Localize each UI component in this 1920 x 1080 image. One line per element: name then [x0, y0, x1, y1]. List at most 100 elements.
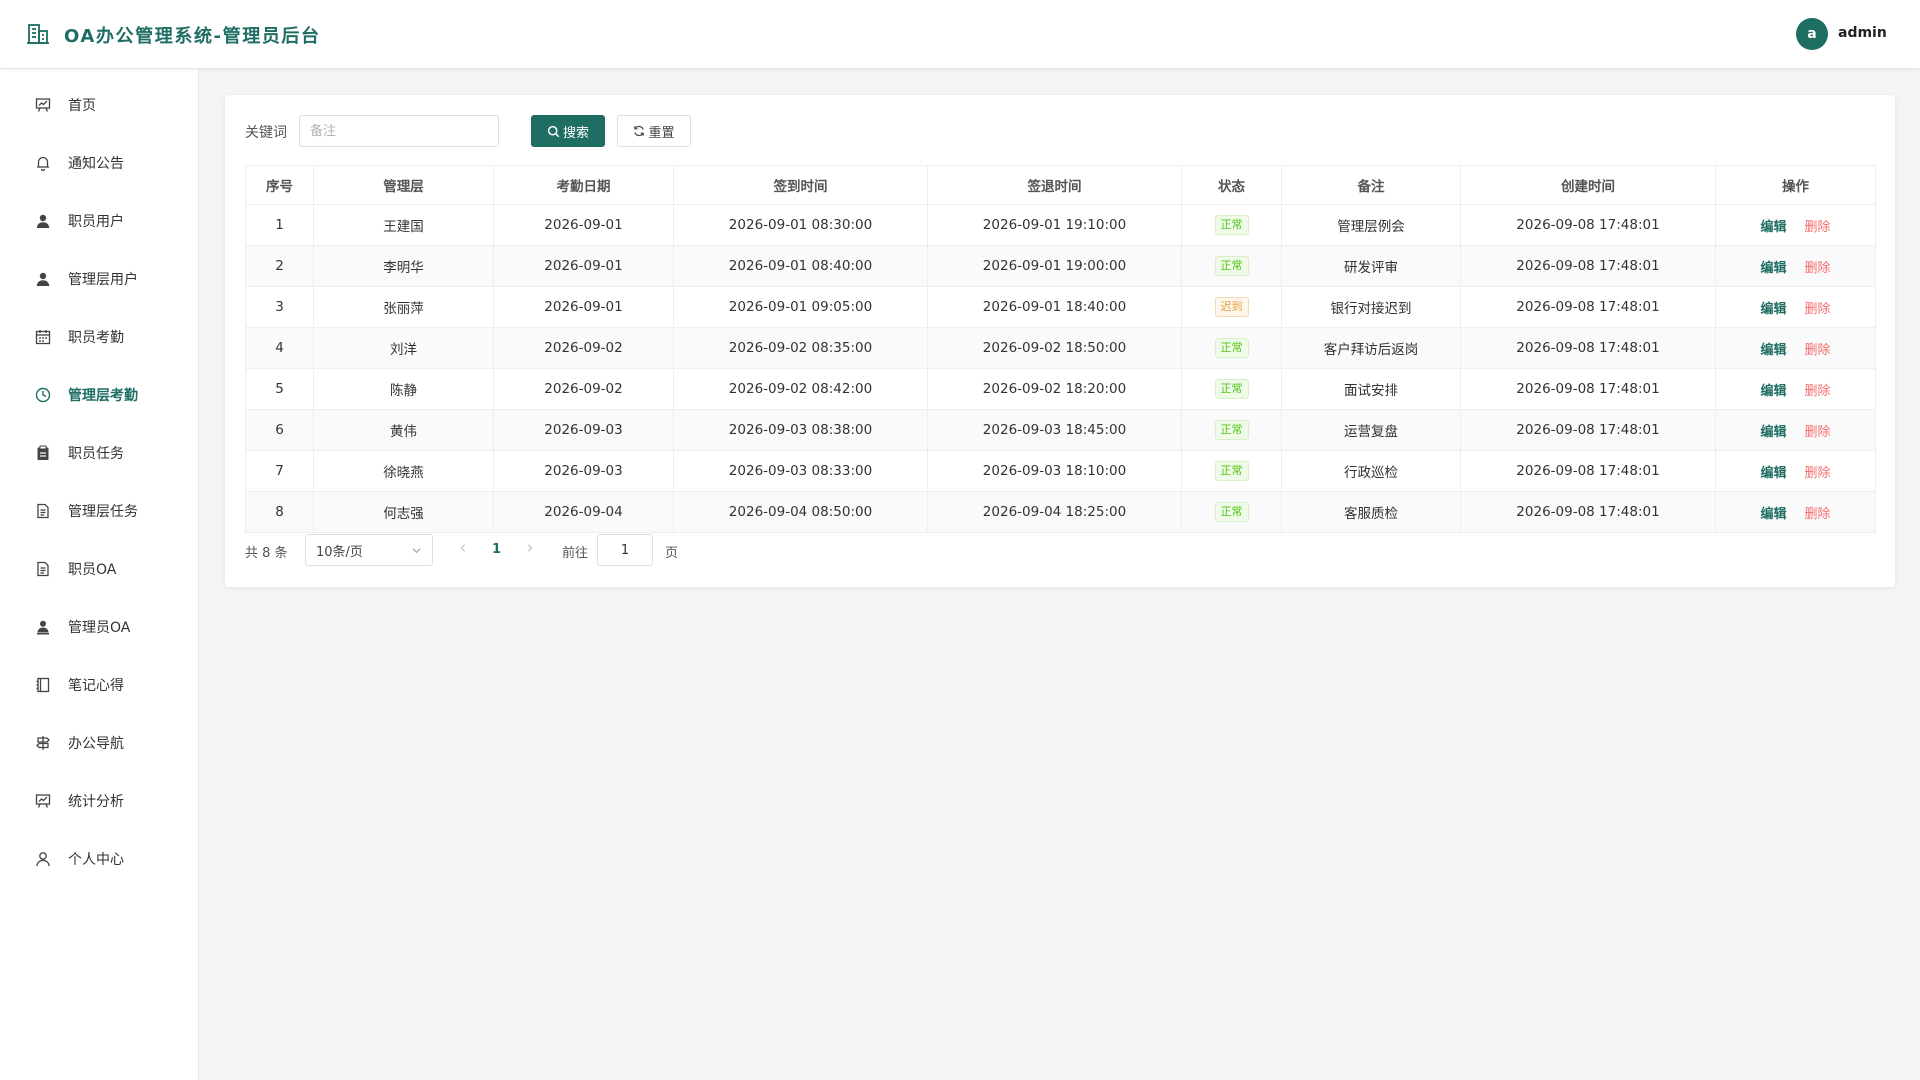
sidebar-item-5[interactable]: 管理层考勤	[0, 372, 198, 418]
edit-button[interactable]: 编辑	[1760, 261, 1786, 276]
delete-button[interactable]: 删除	[1805, 384, 1831, 399]
user-filled-icon	[35, 271, 51, 287]
cell-created: 2026-09-08 17:48:01	[1460, 491, 1716, 533]
sidebar-item-1[interactable]: 通知公告	[0, 140, 198, 186]
cell-actions: 编辑 删除	[1715, 286, 1876, 328]
goto-page-input[interactable]	[597, 534, 653, 566]
sidebar-item-4[interactable]: 职员考勤	[0, 314, 198, 360]
username[interactable]: admin	[1838, 25, 1887, 41]
edit-button[interactable]: 编辑	[1760, 507, 1786, 522]
sidebar-item-3[interactable]: 管理层用户	[0, 256, 198, 302]
column-header: 签退时间	[927, 165, 1182, 205]
cell-status: 正常	[1181, 327, 1282, 369]
edit-button[interactable]: 编辑	[1760, 343, 1786, 358]
page-number-current[interactable]: 1	[492, 542, 501, 557]
edit-button[interactable]: 编辑	[1760, 384, 1786, 399]
sidebar-item-12[interactable]: 统计分析	[0, 778, 198, 824]
refresh-icon	[634, 125, 645, 137]
sidebar-item-8[interactable]: 职员OA	[0, 546, 198, 592]
pagination-total: 共 8 条	[245, 546, 288, 561]
sidebar-item-label: 管理员OA	[68, 620, 131, 636]
sidebar-item-label: 职员用户	[68, 214, 124, 230]
sidebar-item-6[interactable]: 职员任务	[0, 430, 198, 476]
edit-button[interactable]: 编辑	[1760, 220, 1786, 235]
sidebar-item-label: 个人中心	[68, 852, 124, 868]
cell-date: 2026-09-02	[493, 368, 674, 410]
cell-checkout: 2026-09-02 18:20:00	[927, 368, 1182, 410]
guide-icon	[35, 735, 51, 751]
cell-status: 正常	[1181, 409, 1282, 451]
table-row: 2 李明华 2026-09-01 2026-09-01 08:40:00 2026-09…	[245, 245, 1876, 287]
cell-checkin: 2026-09-03 08:33:00	[673, 450, 928, 492]
keyword-input[interactable]	[299, 115, 499, 147]
cell-created: 2026-09-08 17:48:01	[1460, 327, 1716, 369]
cell-no: 6	[245, 409, 314, 451]
table-row: 4 刘洋 2026-09-02 2026-09-02 08:35:00 2026-09-…	[245, 327, 1876, 369]
prev-page-button[interactable]	[458, 542, 468, 557]
cell-name: 徐晓燕	[313, 450, 494, 492]
cell-no: 2	[245, 245, 314, 287]
chart-board-icon	[35, 97, 51, 113]
column-header: 管理层	[313, 165, 494, 205]
sidebar-item-label: 职员任务	[68, 446, 124, 462]
table-row: 1 王建国 2026-09-01 2026-09-01 08:30:00 2026-09…	[245, 204, 1876, 246]
delete-button[interactable]: 删除	[1805, 261, 1831, 276]
cell-name: 黄伟	[313, 409, 494, 451]
edit-button[interactable]: 编辑	[1760, 302, 1786, 317]
document-icon	[35, 503, 51, 519]
column-header: 考勤日期	[493, 165, 674, 205]
sidebar-item-13[interactable]: 个人中心	[0, 836, 198, 882]
cell-name: 刘洋	[313, 327, 494, 369]
delete-button[interactable]: 删除	[1805, 507, 1831, 522]
sidebar-item-7[interactable]: 管理层任务	[0, 488, 198, 534]
edit-button[interactable]: 编辑	[1760, 466, 1786, 481]
cell-no: 3	[245, 286, 314, 328]
pagination: 共 8 条 10条/页 1 前往 页	[245, 534, 845, 566]
status-badge: 正常	[1214, 256, 1249, 276]
edit-button[interactable]: 编辑	[1760, 425, 1786, 440]
cell-status: 正常	[1181, 450, 1282, 492]
cell-checkout: 2026-09-01 19:10:00	[927, 204, 1182, 246]
status-badge: 迟到	[1214, 297, 1249, 317]
next-page-button[interactable]	[525, 542, 535, 557]
reset-button[interactable]: 重置	[617, 115, 691, 147]
user-outline-icon	[35, 851, 51, 867]
cell-no: 4	[245, 327, 314, 369]
goto-label: 前往	[562, 546, 589, 561]
column-header: 签到时间	[673, 165, 928, 205]
sidebar-item-label: 职员考勤	[68, 330, 124, 346]
calendar-icon	[35, 329, 51, 345]
avatar[interactable]: a	[1796, 18, 1828, 50]
cell-no: 5	[245, 368, 314, 410]
sidebar-item-10[interactable]: 笔记心得	[0, 662, 198, 708]
sidebar-item-2[interactable]: 职员用户	[0, 198, 198, 244]
cell-date: 2026-09-03	[493, 409, 674, 451]
chevron-right-icon	[527, 544, 533, 552]
page-size-select[interactable]: 10条/页	[305, 534, 433, 566]
delete-button[interactable]: 删除	[1805, 220, 1831, 235]
attendance-table: 序号 管理层 考勤日期 签到时间 签退时间 状态 备注 创建时间 操作 1 王建国 2026-09-…	[245, 165, 1876, 533]
table-row: 3 张丽萍 2026-09-01 2026-09-01 09:05:00 2026-09…	[245, 286, 1876, 328]
delete-button[interactable]: 删除	[1805, 343, 1831, 358]
sidebar-item-0[interactable]: 首页	[0, 82, 198, 128]
cell-checkin: 2026-09-01 08:40:00	[673, 245, 928, 287]
cell-checkin: 2026-09-01 08:30:00	[673, 204, 928, 246]
sidebar-item-11[interactable]: 办公导航	[0, 720, 198, 766]
table-row: 8 何志强 2026-09-04 2026-09-04 08:50:00 2026-09…	[245, 491, 1876, 533]
cell-date: 2026-09-02	[493, 327, 674, 369]
cell-checkin: 2026-09-03 08:38:00	[673, 409, 928, 451]
sidebar-item-9[interactable]: 管理员OA	[0, 604, 198, 650]
cell-date: 2026-09-03	[493, 450, 674, 492]
search-button[interactable]: 搜索	[531, 115, 605, 147]
cell-remark: 研发评审	[1281, 245, 1461, 287]
delete-button[interactable]: 删除	[1805, 425, 1831, 440]
bell-icon	[35, 155, 51, 171]
search-button-label: 搜索	[562, 125, 589, 141]
delete-button[interactable]: 删除	[1805, 466, 1831, 481]
cell-no: 7	[245, 450, 314, 492]
delete-button[interactable]: 删除	[1805, 302, 1831, 317]
cell-checkout: 2026-09-01 18:40:00	[927, 286, 1182, 328]
status-badge: 正常	[1214, 502, 1249, 522]
cell-date: 2026-09-01	[493, 245, 674, 287]
sidebar-item-label: 职员OA	[68, 562, 117, 578]
